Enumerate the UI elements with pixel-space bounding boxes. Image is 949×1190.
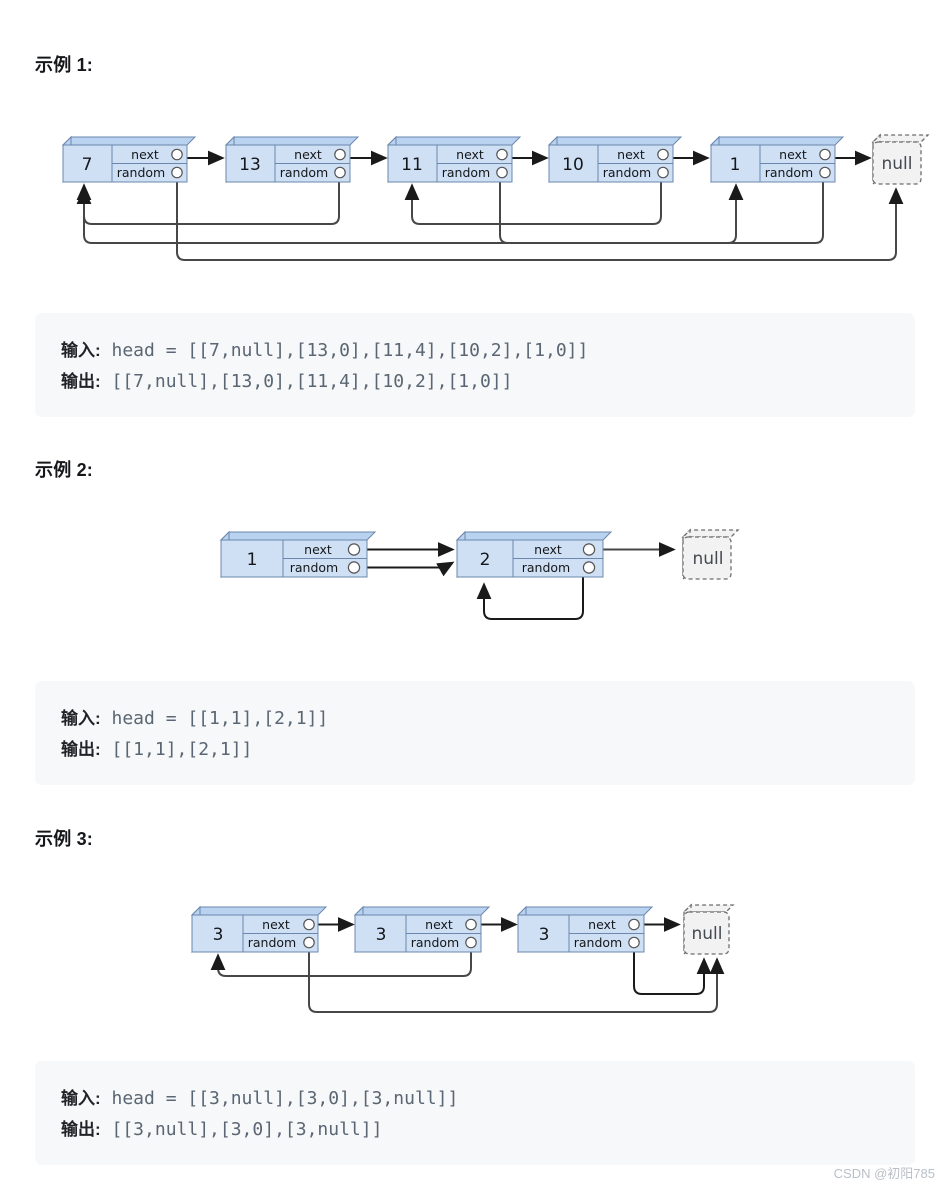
example-1-input-line: 输入: head = [[7,null],[13,0],[11,4],[10,2…: [61, 335, 889, 366]
output-label: 输出:: [61, 372, 101, 391]
node-random-label: random: [603, 165, 651, 180]
node-next-label: next: [131, 147, 159, 162]
node-next-label: next: [617, 147, 645, 162]
list-node: 2 next random: [455, 530, 613, 579]
example-2-diagram: 1 next random 2 next random null: [219, 528, 740, 620]
node-random-label: random: [280, 165, 328, 180]
node-value: 13: [239, 155, 261, 175]
node-next-label: next: [425, 917, 453, 932]
output-label: 输出:: [61, 1120, 101, 1139]
example-2-code-block: 输入: head = [[1,1],[2,1]] 输出: [[1,1],[2,1…: [35, 681, 915, 785]
random-port-icon: [657, 166, 669, 179]
node-next-label: next: [779, 147, 807, 162]
node-random-label: random: [522, 560, 570, 575]
input-value: head = [[1,1],[2,1]]: [100, 708, 329, 729]
random-port-icon: [303, 936, 315, 949]
random-port-icon: [334, 166, 346, 179]
node-next-label: next: [262, 917, 290, 932]
csdn-watermark: CSDN @初阳785: [833, 1166, 935, 1181]
node-random-label: random: [411, 935, 459, 950]
example-2-heading: 示例 2:: [35, 460, 94, 480]
node-random-label: random: [574, 935, 622, 950]
node-value: 3: [539, 925, 550, 945]
list-node: 3 next random: [353, 905, 491, 954]
document-page: 示例 1: 7 next random 13 next random 11 ne…: [0, 0, 949, 1190]
next-port-icon: [657, 148, 669, 161]
node-value: 10: [562, 155, 584, 175]
list-node: 11 next random: [386, 135, 522, 184]
node-next-label: next: [534, 542, 562, 557]
next-port-icon: [819, 148, 831, 161]
node-random-label: random: [117, 165, 165, 180]
node-next-label: next: [456, 147, 484, 162]
output-value: [[7,null],[13,0],[11,4],[10,2],[1,0]]: [100, 371, 513, 392]
node-random-label: random: [765, 165, 813, 180]
example-2-input-line: 输入: head = [[1,1],[2,1]]: [61, 703, 889, 734]
example-1-code-block: 输入: head = [[7,null],[13,0],[11,4],[10,2…: [35, 313, 915, 417]
node-value: 1: [730, 155, 741, 175]
null-node: null: [681, 528, 740, 581]
next-port-icon: [347, 543, 361, 556]
input-value: head = [[3,null],[3,0],[3,null]]: [100, 1088, 459, 1109]
example-3-input-line: 输入: head = [[3,null],[3,0],[3,null]]: [61, 1083, 889, 1114]
next-port-icon: [465, 918, 477, 931]
example-1-diagram: 7 next random 13 next random 11 next ran…: [61, 133, 930, 261]
random-port-icon: [628, 936, 640, 949]
node-next-label: next: [588, 917, 616, 932]
example-3-diagram: 3 next random 3 next random 3 next rando…: [190, 903, 735, 1013]
node-next-label: next: [304, 542, 332, 557]
example-3-heading: 示例 3:: [35, 829, 94, 849]
node-random-label: random: [290, 560, 338, 575]
input-label: 输入:: [61, 341, 101, 360]
random-port-icon: [496, 166, 508, 179]
output-value: [[3,null],[3,0],[3,null]]: [100, 1119, 383, 1140]
example-1-output-line: 输出: [[7,null],[13,0],[11,4],[10,2],[1,0]…: [61, 366, 889, 397]
input-label: 输入:: [61, 1089, 101, 1108]
random-port-icon: [347, 561, 361, 574]
null-label: null: [882, 154, 913, 174]
output-value: [[1,1],[2,1]]: [100, 739, 253, 760]
example-1-heading: 示例 1:: [35, 55, 94, 75]
example-2-output-line: 输出: [[1,1],[2,1]]: [61, 734, 889, 765]
random-port-icon: [171, 166, 183, 179]
output-label: 输出:: [61, 740, 101, 759]
next-port-icon: [334, 148, 346, 161]
input-value: head = [[7,null],[13,0],[11,4],[10,2],[1…: [100, 340, 589, 361]
list-node: 1 next random: [219, 530, 377, 579]
node-value: 3: [376, 925, 387, 945]
random-port-icon: [465, 936, 477, 949]
list-node: 7 next random: [61, 135, 197, 184]
next-port-icon: [171, 148, 183, 161]
input-label: 输入:: [61, 709, 101, 728]
list-node: 13 next random: [224, 135, 360, 184]
node-random-label: random: [442, 165, 490, 180]
random-port-icon: [819, 166, 831, 179]
null-label: null: [692, 924, 723, 944]
node-value: 7: [82, 155, 93, 175]
list-node: 3 next random: [516, 905, 654, 954]
next-port-icon: [303, 918, 315, 931]
example-3-code-block: 输入: head = [[3,null],[3,0],[3,null]] 输出:…: [35, 1061, 915, 1165]
next-port-icon: [628, 918, 640, 931]
null-label: null: [693, 549, 724, 569]
node-value: 2: [480, 550, 491, 570]
node-value: 1: [247, 550, 258, 570]
random-port-icon: [582, 561, 596, 574]
list-node: 1 next random: [709, 135, 845, 184]
next-port-icon: [582, 543, 596, 556]
node-value: 11: [401, 155, 423, 175]
null-node: null: [871, 133, 930, 186]
list-node: 3 next random: [190, 905, 328, 954]
list-node: 10 next random: [547, 135, 683, 184]
next-port-icon: [496, 148, 508, 161]
node-random-label: random: [248, 935, 296, 950]
example-3-output-line: 输出: [[3,null],[3,0],[3,null]]: [61, 1114, 889, 1145]
node-next-label: next: [294, 147, 322, 162]
null-node: null: [682, 903, 735, 956]
node-value: 3: [213, 925, 224, 945]
